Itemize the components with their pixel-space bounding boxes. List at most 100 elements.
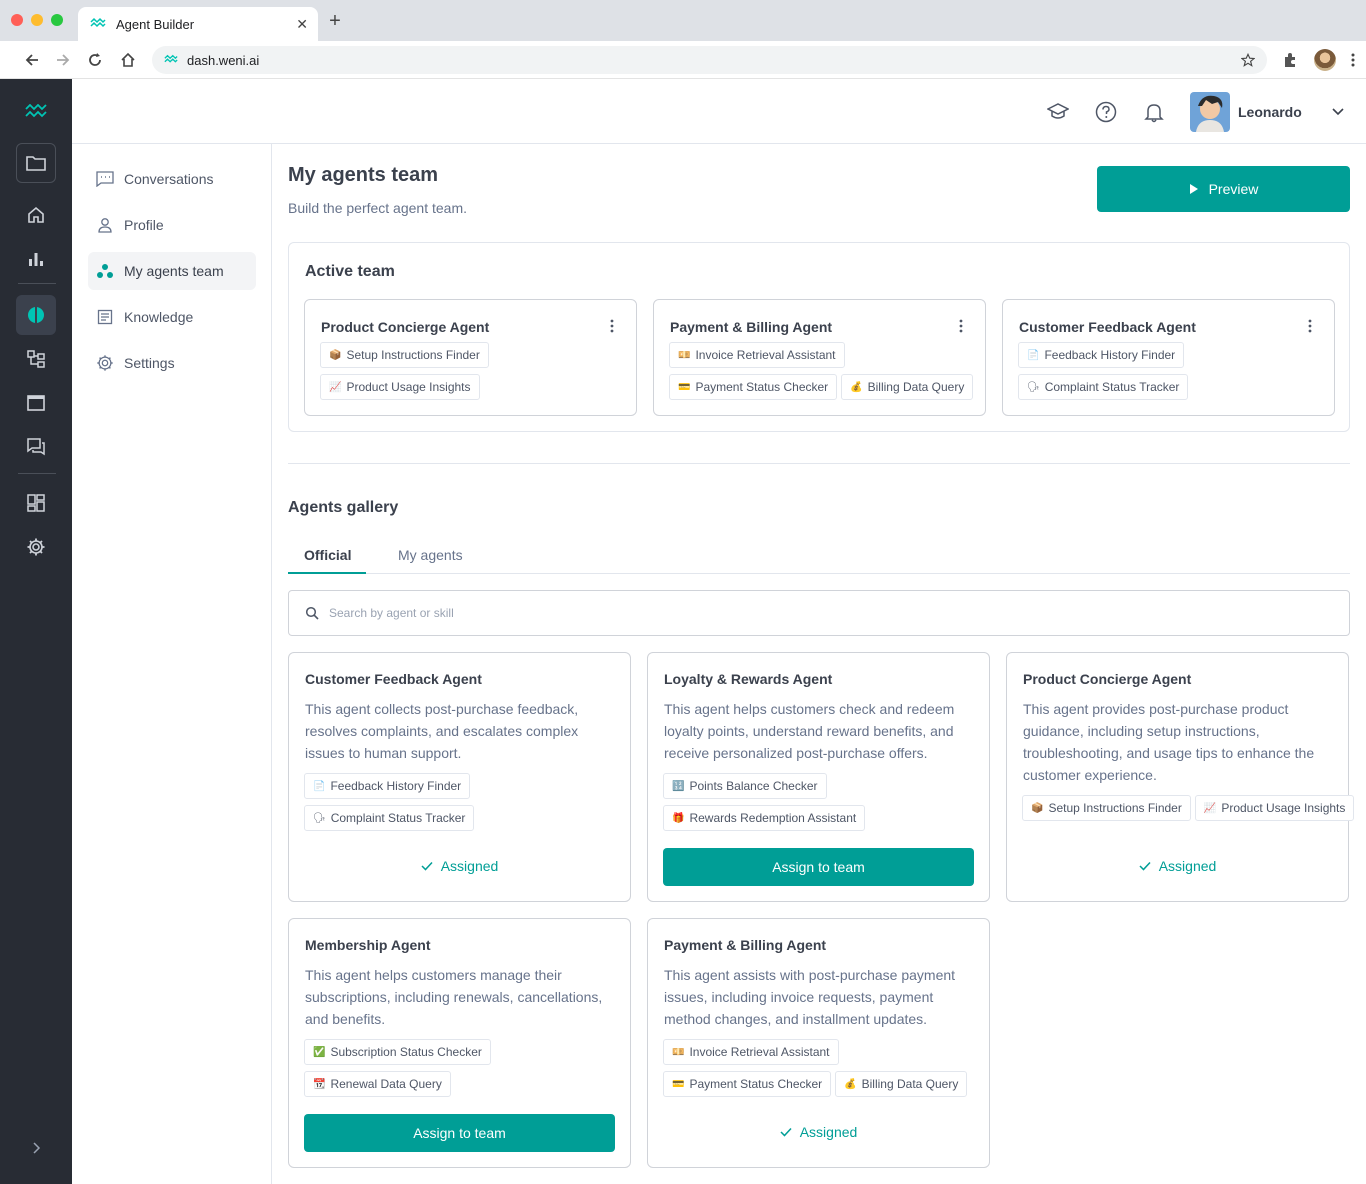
address-bar[interactable]: dash.weni.ai	[152, 46, 1267, 74]
skill-chip: 🗣 Complaint Status Tracker	[1018, 374, 1189, 400]
skill-emoji-icon: 🔢	[672, 780, 685, 792]
maximize-window-button[interactable]	[51, 14, 63, 26]
bookmark-star-icon[interactable]	[1241, 53, 1255, 67]
gallery-tabs: Official My agents	[288, 542, 1350, 574]
skill-label: Feedback History Finder	[330, 779, 462, 793]
nav-item-conversations[interactable]: Conversations	[88, 160, 256, 198]
profile-avatar[interactable]	[1314, 49, 1336, 71]
preview-button[interactable]: Preview	[1097, 166, 1350, 212]
kebab-menu-icon[interactable]	[953, 318, 969, 334]
skill-emoji-icon: 🗣	[1027, 381, 1040, 393]
kebab-menu-icon[interactable]	[1302, 318, 1318, 334]
skill-label: Billing Data Query	[861, 1077, 959, 1091]
close-window-button[interactable]	[11, 14, 23, 26]
help-icon[interactable]	[1095, 101, 1117, 123]
check-icon	[421, 861, 433, 871]
gear-icon[interactable]	[16, 527, 56, 567]
assign-to-team-button[interactable]: Assign to team	[663, 848, 974, 886]
assigned-status: Assigned	[289, 858, 630, 874]
tab-official[interactable]: Official	[304, 547, 351, 563]
assign-to-team-button[interactable]: Assign to team	[304, 1114, 615, 1152]
agent-card: Payment & Billing Agent This agent assis…	[647, 918, 990, 1168]
browser-menu-icon[interactable]	[1341, 48, 1365, 72]
app-header: Leonardo	[72, 79, 1366, 144]
bell-icon[interactable]	[1143, 101, 1165, 123]
tab-my-agents[interactable]: My agents	[398, 547, 463, 563]
skill-label: Invoice Retrieval Assistant	[695, 348, 836, 362]
nav-label: Knowledge	[124, 309, 194, 325]
skill-emoji-icon: 💳	[678, 381, 691, 393]
skill-chip: 💳 Payment Status Checker	[669, 374, 838, 400]
skill-chip: 📦 Setup Instructions Finder	[1022, 795, 1191, 821]
team-icon	[96, 262, 114, 280]
nav-item-settings[interactable]: Settings	[88, 344, 256, 382]
skill-chip: 📄 Feedback History Finder	[1018, 342, 1185, 368]
chevron-down-icon[interactable]	[1330, 103, 1346, 119]
search-input[interactable]	[329, 606, 1349, 620]
team-agent-card: Customer Feedback Agent 📄 Feedback Histor…	[1002, 299, 1335, 416]
skill-chip: 📦 Setup Instructions Finder	[320, 342, 489, 368]
agent-description: This agent helps customers check and red…	[664, 701, 955, 761]
skill-emoji-icon: 📦	[1031, 802, 1044, 814]
tab-close-icon[interactable]: ✕	[296, 16, 308, 33]
active-tab-indicator	[288, 572, 366, 574]
skill-label: Feedback History Finder	[1044, 348, 1176, 362]
agent-builder-icon[interactable]	[16, 295, 56, 335]
skill-chip: 💴 Invoice Retrieval Assistant	[663, 1039, 839, 1065]
skill-chip: 💳 Payment Status Checker	[663, 1071, 832, 1097]
expand-chevron-icon[interactable]	[16, 1128, 56, 1168]
nav-label: Conversations	[124, 171, 214, 187]
skill-label: Rewards Redemption Assistant	[689, 811, 857, 825]
graduation-cap-icon[interactable]	[1047, 101, 1069, 123]
avatar[interactable]	[1190, 92, 1230, 132]
agent-card: Loyalty & Rewards Agent This agent helps…	[647, 652, 990, 902]
agent-name: Product Concierge Agent	[1023, 671, 1192, 687]
skill-chip: 📈 Product Usage Insights	[320, 374, 480, 400]
search-box	[288, 590, 1350, 636]
nav-item-profile[interactable]: Profile	[88, 206, 256, 244]
assigned-status: Assigned	[648, 1124, 989, 1140]
browser-tab[interactable]: Agent Builder ✕	[78, 7, 318, 41]
skill-chip: 💰 Billing Data Query	[841, 374, 974, 400]
weni-logo-icon[interactable]	[16, 91, 56, 131]
browser-toolbar: dash.weni.ai	[0, 41, 1366, 79]
assigned-label: Assigned	[799, 1124, 858, 1140]
forward-icon[interactable]	[51, 48, 75, 72]
chat-icon[interactable]	[16, 427, 56, 467]
agent-card: Customer Feedback Agent This agent colle…	[288, 652, 631, 902]
agent-description: This agent helps customers manage their …	[305, 967, 603, 1027]
section-divider	[288, 463, 1350, 464]
app-sidebar	[0, 79, 72, 1184]
tab-title: Agent Builder	[116, 16, 195, 32]
reload-icon[interactable]	[83, 48, 107, 72]
skill-emoji-icon: 💰	[844, 1078, 857, 1090]
skill-chip: 💰 Billing Data Query	[835, 1071, 968, 1097]
page-subtitle: Build the perfect agent team.	[288, 200, 467, 216]
kebab-menu-icon[interactable]	[604, 318, 620, 334]
minimize-window-button[interactable]	[31, 14, 43, 26]
nav-item-knowledge[interactable]: Knowledge	[88, 298, 256, 336]
tab-strip: Agent Builder ✕ +	[0, 0, 1366, 41]
window-icon[interactable]	[16, 383, 56, 423]
flows-icon[interactable]	[16, 339, 56, 379]
home-page-icon[interactable]	[116, 48, 140, 72]
agent-card: Membership Agent This agent helps custom…	[288, 918, 631, 1168]
nav-item-my-agents-team[interactable]: My agents team	[88, 252, 256, 290]
new-tab-button[interactable]: +	[324, 10, 346, 33]
folder-icon[interactable]	[16, 143, 56, 183]
apps-icon[interactable]	[16, 483, 56, 523]
browser-chrome: Agent Builder ✕ + dash.weni.ai	[0, 0, 1366, 79]
skill-emoji-icon: 🗣	[313, 812, 326, 824]
user-name[interactable]: Leonardo	[1238, 104, 1302, 120]
back-icon[interactable]	[20, 48, 44, 72]
extensions-icon[interactable]	[1278, 48, 1302, 72]
agent-description: This agent provides post-purchase produc…	[1023, 701, 1315, 783]
chart-icon[interactable]	[16, 239, 56, 279]
gear-icon	[96, 354, 114, 372]
home-icon[interactable]	[16, 195, 56, 235]
skill-chip: 📄 Feedback History Finder	[304, 773, 471, 799]
skill-emoji-icon: 📄	[313, 780, 326, 792]
skill-label: Product Usage Insights	[346, 380, 471, 394]
team-agent-card: Product Concierge Agent 📦 Setup Instructi…	[304, 299, 637, 416]
skill-emoji-icon: 📈	[329, 381, 342, 393]
